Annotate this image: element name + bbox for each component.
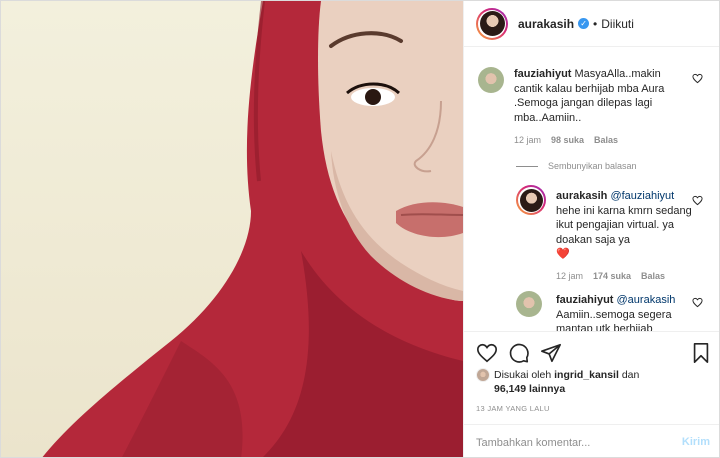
liker-avatar[interactable] xyxy=(476,368,490,382)
reply-author-avatar[interactable] xyxy=(516,291,542,317)
post-side-panel: aurakasih ✓ • Diikuti fauziahiyut MasyaA… xyxy=(463,1,719,457)
add-comment-input[interactable] xyxy=(476,435,666,451)
comment-username[interactable]: fauziahiyut xyxy=(514,68,571,80)
post-actions: Disukai oleh ingrid_kansil dan 96,149 la… xyxy=(464,331,719,457)
reply-time[interactable]: 12 jam xyxy=(556,271,583,281)
add-comment-bar: Kirim xyxy=(464,424,719,457)
share-paper-plane-icon[interactable] xyxy=(540,342,562,364)
reply-likes[interactable]: 174 suka xyxy=(593,271,631,281)
reply-text: hehe ini karna kmrn sedang ikut pengajia… xyxy=(556,204,692,246)
likes-count[interactable]: 96,149 xyxy=(494,383,526,395)
comment-body: fauziahiyut MasyaAlla..makin cantik kala… xyxy=(514,67,690,125)
reply-reply-button[interactable]: Balas xyxy=(641,271,665,281)
author-username[interactable]: aurakasih xyxy=(518,17,574,31)
follow-status-button[interactable]: Diikuti xyxy=(601,17,634,31)
instagram-post-modal: aurakasih ✓ • Diikuti fauziahiyut MasyaA… xyxy=(0,0,720,458)
commenter-avatar[interactable] xyxy=(478,67,504,93)
reply-username[interactable]: aurakasih xyxy=(556,190,607,202)
reply-item: fauziahiyut @aurakasih Aamiin..semoga se… xyxy=(516,291,719,331)
reply-emoji: ❤️ xyxy=(556,248,570,260)
likes-summary: Disukai oleh ingrid_kansil dan 96,149 la… xyxy=(476,368,639,396)
reply-text: Aamiin..semoga segera mantap utk berhija… xyxy=(556,308,672,332)
comment-item: fauziahiyut MasyaAlla..makin cantik kala… xyxy=(478,67,718,157)
like-reply-heart-icon[interactable] xyxy=(692,195,703,206)
post-timestamp[interactable]: 13 JAM YANG LALU xyxy=(476,404,550,413)
post-photo[interactable] xyxy=(1,1,463,457)
comment-meta: 12 jam 98 suka Balas xyxy=(514,135,618,145)
like-heart-icon[interactable] xyxy=(476,342,498,364)
reply-body: fauziahiyut @aurakasih Aamiin..semoga se… xyxy=(556,293,696,331)
likes-conj: dan xyxy=(621,369,640,381)
reply-username[interactable]: fauziahiyut xyxy=(556,294,613,306)
photo-illustration xyxy=(42,1,463,457)
verified-badge-icon: ✓ xyxy=(578,18,590,29)
reply-meta: 12 jam 174 suka Balas xyxy=(556,271,665,281)
comment-time[interactable]: 12 jam xyxy=(514,135,541,145)
post-header: aurakasih ✓ • Diikuti xyxy=(464,1,719,47)
comment-likes[interactable]: 98 suka xyxy=(551,135,584,145)
reply-mention-link[interactable]: @fauziahiyut xyxy=(610,190,674,202)
reply-body: aurakasih @fauziahiyut hehe ini karna km… xyxy=(556,189,696,262)
likes-suffix[interactable]: lainnya xyxy=(529,383,565,395)
hide-replies-label: Sembunyikan balasan xyxy=(548,161,637,171)
author-avatar[interactable] xyxy=(476,7,508,40)
save-bookmark-icon[interactable] xyxy=(690,342,712,364)
comment-reply-button[interactable]: Balas xyxy=(594,135,618,145)
liker-username[interactable]: ingrid_kansil xyxy=(554,369,619,381)
header-separator: • xyxy=(593,16,598,31)
like-comment-heart-icon[interactable] xyxy=(692,73,703,84)
like-reply-heart-icon[interactable] xyxy=(692,297,703,308)
reply-mention-link[interactable]: @aurakasih xyxy=(617,294,676,306)
comment-bubble-icon[interactable] xyxy=(508,342,530,364)
comments-list[interactable]: fauziahiyut MasyaAlla..makin cantik kala… xyxy=(464,47,719,331)
hide-replies-line xyxy=(516,165,538,167)
reply-item: aurakasih @fauziahiyut hehe ini karna km… xyxy=(516,185,719,285)
send-comment-button[interactable]: Kirim xyxy=(682,436,710,448)
likes-prefix: Disukai oleh xyxy=(494,369,552,381)
hide-replies-toggle[interactable]: Sembunyikan balasan xyxy=(516,161,637,171)
reply-author-avatar[interactable] xyxy=(516,185,546,215)
